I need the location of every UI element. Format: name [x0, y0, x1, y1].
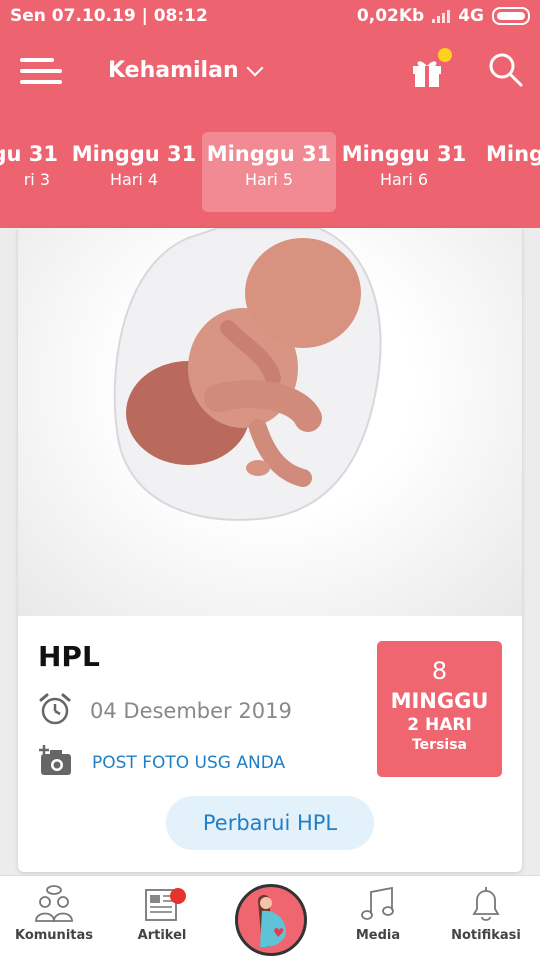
week-label: Mingg — [486, 142, 540, 166]
due-date-row: 04 Desember 2019 — [38, 692, 292, 730]
battery-icon — [492, 7, 530, 25]
day-label: Hari 4 — [109, 170, 159, 189]
week-selector[interactable]: gu 31 ri 3 Minggu 31 Hari 4 Minggu 31 Ha… — [0, 114, 540, 228]
network-speed: 0,02Kb — [356, 6, 425, 26]
gift-icon[interactable] — [410, 48, 452, 88]
status-bar: Sen 07.10.19 | 08:12 0,02Kb 4G — [0, 0, 540, 32]
due-date-text: 04 Desember 2019 — [90, 699, 292, 723]
chevron-down-icon — [246, 59, 264, 76]
bottom-navigation: Komunitas Artikel Media Notifikasi — [0, 875, 540, 961]
music-note-icon — [358, 884, 398, 924]
week-tab-day-7[interactable]: Mingg — [472, 132, 540, 212]
pregnancy-home-button[interactable] — [235, 884, 307, 956]
post-usg-row[interactable]: POST FOTO USG ANDA — [38, 744, 285, 782]
update-hpl-button[interactable]: Perbarui HPL — [166, 796, 374, 850]
countdown-unit: MINGGU — [390, 689, 489, 713]
gift-notification-dot — [438, 48, 452, 62]
search-icon[interactable] — [488, 52, 524, 88]
nav-komunitas[interactable]: Komunitas — [0, 884, 108, 943]
app-bar: Kehamilan — [0, 32, 540, 114]
day-label: Hari 6 — [379, 170, 429, 189]
network-type: 4G — [458, 6, 484, 26]
nav-label: Artikel — [137, 928, 187, 943]
status-datetime: Sen 07.10.19 | 08:12 — [10, 6, 208, 26]
nav-label: Notifikasi — [451, 928, 521, 943]
week-label: gu 31 — [0, 142, 58, 166]
week-label: Minggu 31 — [71, 142, 197, 166]
nav-artikel[interactable]: Artikel — [108, 884, 216, 943]
hpl-title: HPL — [38, 640, 100, 673]
countdown-badge: 8 MINGGU 2 HARI Tersisa — [377, 641, 502, 777]
week-tab-day-5[interactable]: Minggu 31 Hari 5 — [202, 132, 336, 212]
nav-notifikasi[interactable]: Notifikasi — [432, 884, 540, 943]
app-title: Kehamilan — [108, 58, 239, 83]
week-tab-day-4[interactable]: Minggu 31 Hari 4 — [67, 132, 201, 212]
nav-label: Komunitas — [14, 928, 93, 943]
week-tab-day-6[interactable]: Minggu 31 Hari 6 — [337, 132, 471, 212]
signal-icon — [432, 9, 451, 23]
week-label: Minggu 31 — [206, 142, 332, 166]
week-label: Minggu 31 — [341, 142, 467, 166]
day-label: Hari 5 — [244, 170, 294, 189]
day-label: ri 3 — [23, 170, 50, 189]
community-icon — [34, 884, 74, 924]
notification-badge — [170, 888, 186, 904]
bell-icon — [466, 884, 506, 924]
menu-icon[interactable] — [20, 56, 62, 86]
countdown-number: 8 — [431, 657, 448, 685]
fetus-illustration — [18, 228, 522, 616]
pregnant-woman-icon — [258, 895, 286, 947]
nav-media[interactable]: Media — [324, 884, 432, 943]
pregnancy-card: HPL 04 Desember 2019 POST FOTO USG ANDA … — [18, 228, 522, 872]
section-dropdown[interactable]: Kehamilan — [108, 58, 264, 83]
countdown-days: 2 HARI — [407, 715, 472, 735]
add-photo-icon — [38, 744, 74, 782]
post-usg-link[interactable]: POST FOTO USG ANDA — [92, 753, 285, 773]
week-tab-day-3[interactable]: gu 31 ri 3 — [0, 132, 64, 212]
nav-label: Media — [355, 928, 401, 943]
countdown-remaining: Tersisa — [411, 737, 467, 753]
status-indicators: 0,02Kb 4G — [357, 6, 530, 26]
alarm-clock-icon — [38, 692, 72, 730]
